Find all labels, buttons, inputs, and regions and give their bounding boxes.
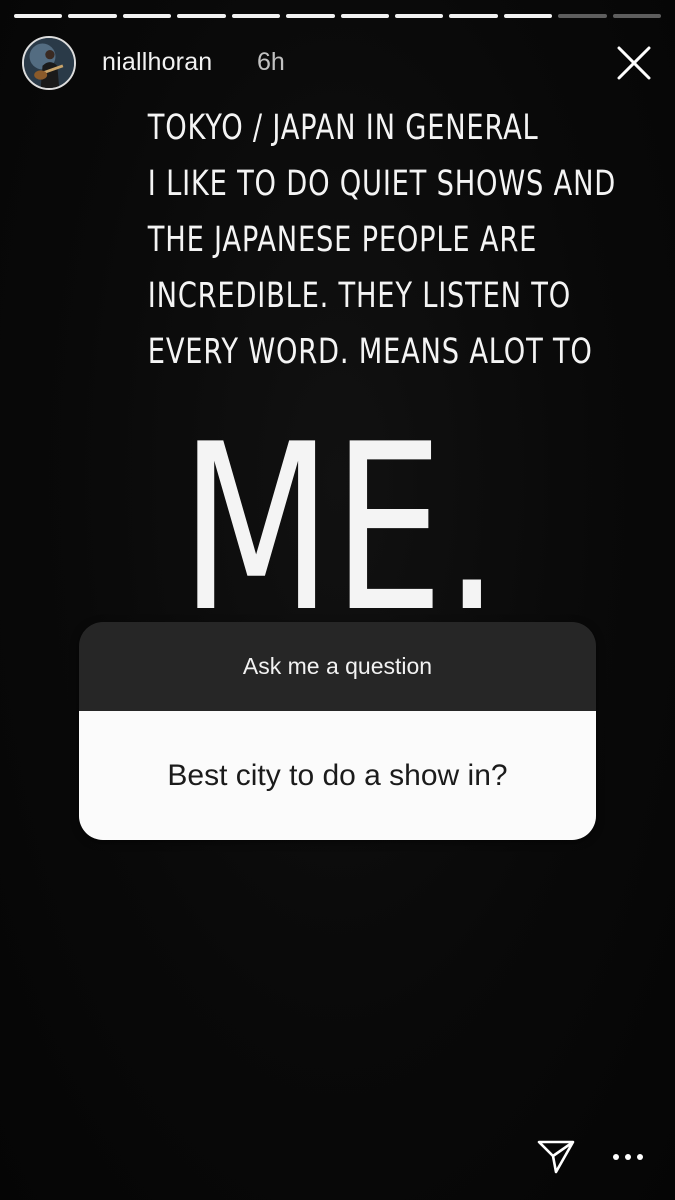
progress-segment [558, 14, 607, 18]
progress-segment [340, 14, 389, 18]
caption-line: TOKYO / JAPAN IN GENERAL [147, 108, 539, 148]
story-header: niallhoran 6h [22, 34, 655, 90]
progress-segment [503, 14, 553, 18]
avatar[interactable] [22, 36, 76, 90]
close-icon[interactable] [615, 44, 653, 82]
big-word-text: ME. [180, 410, 500, 620]
story-viewer[interactable]: niallhoran 6h TOKYO / JAPAN IN GENERAL I… [0, 0, 675, 1200]
guitarist-photo-avatar-icon [24, 38, 74, 88]
caption-line: INCREDIBLE. THEY LISTEN TO [147, 276, 572, 316]
progress-segment [177, 14, 226, 18]
progress-segment [122, 14, 172, 18]
more-options-icon[interactable] [611, 1151, 645, 1163]
big-word: ME. [170, 396, 510, 663]
story-footer [535, 1136, 645, 1178]
progress-segment [394, 14, 444, 18]
progress-segment [449, 14, 498, 18]
direct-send-icon[interactable] [535, 1136, 577, 1178]
progress-segment [14, 14, 63, 18]
progress-segment [68, 14, 117, 18]
caption-line: I LIKE TO DO QUIET SHOWS AND [147, 164, 617, 204]
progress-segment [231, 14, 281, 18]
question-prompt: Ask me a question [79, 622, 596, 711]
caption-line: THE JAPANESE PEOPLE ARE [147, 220, 538, 260]
story-caption: TOKYO / JAPAN IN GENERAL I LIKE TO DO QU… [147, 100, 617, 380]
progress-segment [612, 14, 662, 18]
post-time: 6h [257, 48, 285, 76]
question-sticker[interactable]: Ask me a question Best city to do a show… [79, 622, 596, 840]
caption-line: EVERY WORD. MEANS ALOT TO [147, 332, 593, 372]
story-progress-bar [14, 14, 662, 18]
progress-segment [286, 14, 335, 18]
username[interactable]: niallhoran [102, 48, 212, 77]
question-text: Best city to do a show in? [79, 711, 596, 840]
